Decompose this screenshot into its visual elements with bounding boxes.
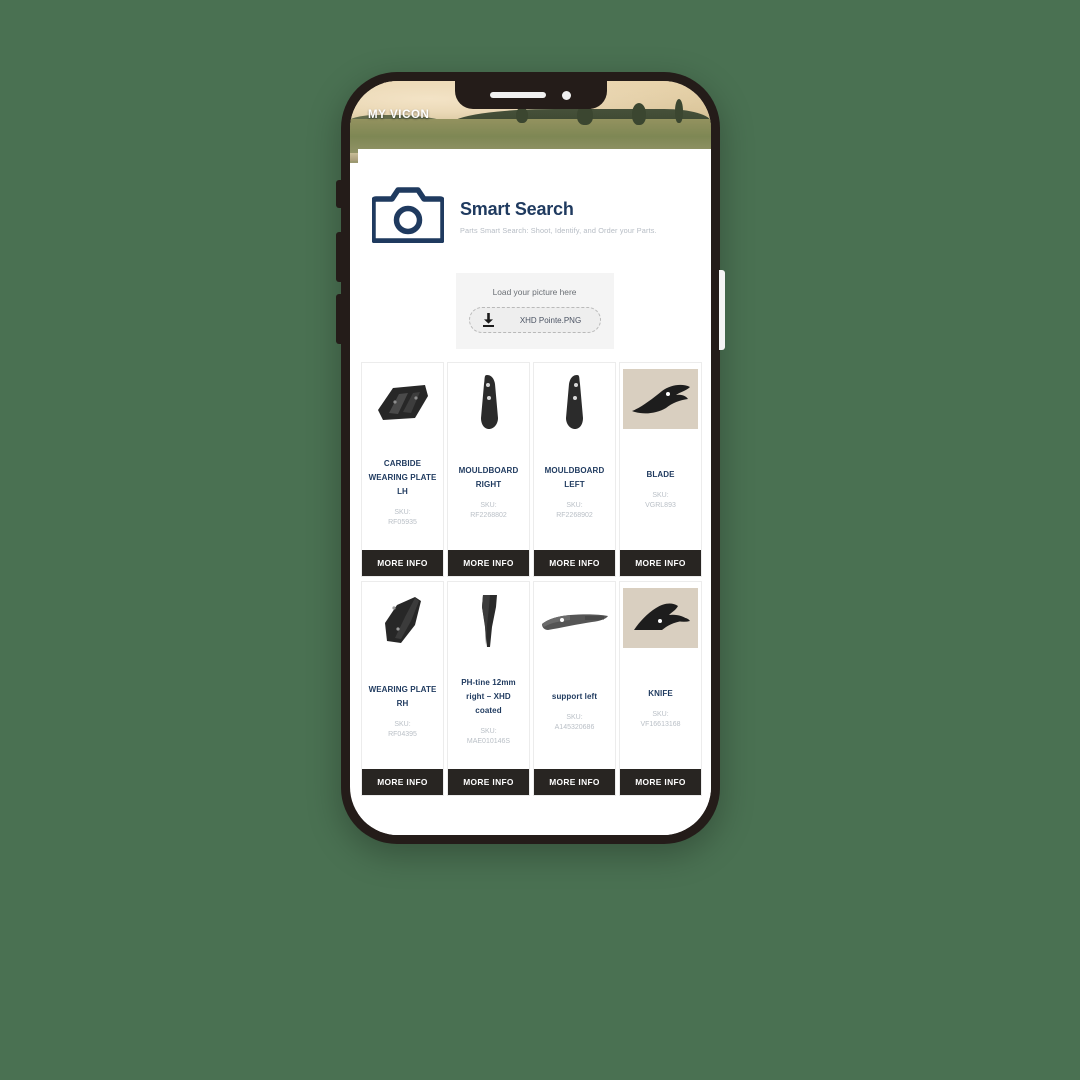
product-card-body: WEARING PLATE RH SKU: RF04395 [362, 654, 443, 769]
earpiece-speaker-icon [490, 92, 546, 98]
page-title: Smart Search [460, 199, 574, 219]
product-sku-value: VF16613168 [640, 721, 681, 728]
product-title: MOULDBOARD RIGHT [458, 465, 519, 489]
more-info-button[interactable]: MORE INFO [448, 550, 529, 576]
carbide-wearing-plate-lh-photo [362, 363, 443, 435]
product-card-body: BLADE SKU: VGRL893 [620, 429, 701, 550]
product-card[interactable]: MOULDBOARD LEFT SKU: RF2268902 MORE INFO [534, 363, 615, 576]
upload-file-button[interactable]: XHD Pointe.PNG [468, 307, 601, 333]
product-sku: SKU: RF2268902 [556, 501, 593, 522]
product-sku: SKU: MAE010146S [467, 727, 510, 748]
product-sku-label: SKU: [652, 710, 669, 718]
phone-device-frame: MY VICON Smart Search Parts Smart Search… [336, 72, 725, 844]
content-sheet: Smart Search Parts Smart Search: Shoot, … [358, 149, 711, 835]
more-info-button[interactable]: MORE INFO [448, 769, 529, 795]
download-arrow-icon [470, 313, 508, 327]
phone-screen: MY VICON Smart Search Parts Smart Search… [350, 81, 711, 835]
more-info-button[interactable]: MORE INFO [534, 769, 615, 795]
product-sku-label: SKU: [652, 491, 669, 499]
product-sku-label: SKU: [566, 713, 583, 721]
more-info-button[interactable]: MORE INFO [620, 550, 701, 576]
product-card[interactable]: PH-tine 12mm right – XHD coated SKU: MAE01… [448, 582, 529, 795]
hero-tree [631, 103, 646, 125]
product-sku-value: A145320686 [554, 724, 595, 731]
product-card-body: PH-tine 12mm right – XHD coated SKU: MAE01… [448, 654, 529, 769]
product-sku-label: SKU: [480, 727, 497, 735]
product-card-body: KNIFE SKU: VF16613168 [620, 648, 701, 769]
product-title: MOULDBOARD LEFT [544, 465, 605, 489]
mute-switch-button[interactable] [336, 180, 342, 208]
product-card[interactable]: WEARING PLATE RH SKU: RF04395 MORE INFO [362, 582, 443, 795]
product-card-body: MOULDBOARD LEFT SKU: RF2268902 [534, 435, 615, 550]
product-title: WEARING PLATE RH [368, 684, 437, 708]
product-title: PH-tine 12mm right – XHD coated [461, 677, 516, 715]
product-card[interactable]: BLADE SKU: VGRL893 MORE INFO [620, 363, 701, 576]
product-card-body: CARBIDE WEARING PLATE LH SKU: RF05935 [362, 435, 443, 550]
product-sku-label: SKU: [480, 501, 497, 509]
mouldboard-left-photo [534, 363, 615, 435]
product-title: CARBIDE WEARING PLATE LH [368, 458, 437, 496]
product-sku: SKU: VGRL893 [645, 491, 676, 512]
product-title: BLADE [646, 469, 675, 479]
app-brand-label: MY VICON [368, 109, 430, 121]
product-card[interactable]: KNIFE SKU: VF16613168 MORE INFO [620, 582, 701, 795]
blade-photo [623, 369, 698, 429]
product-sku-label: SKU: [566, 501, 583, 509]
more-info-button[interactable]: MORE INFO [362, 769, 443, 795]
product-card[interactable]: MOULDBOARD RIGHT SKU: RF2268802 MORE INFO [448, 363, 529, 576]
ph-tine-photo [448, 582, 529, 654]
product-sku-value: RF04395 [388, 731, 417, 738]
smart-search-header: Smart Search Parts Smart Search: Shoot, … [358, 149, 711, 243]
product-sku-value: VGRL893 [645, 502, 676, 509]
product-sku: SKU: RF05935 [388, 508, 417, 529]
product-card[interactable]: CARBIDE WEARING PLATE LH SKU: RF05935 MORE … [362, 363, 443, 576]
wearing-plate-rh-photo [362, 582, 443, 654]
upload-panel: Load your picture here XHD Pointe.PNG [455, 273, 614, 349]
page-subtitle: Parts Smart Search: Shoot, Identify, and… [460, 226, 657, 235]
smart-search-title-block: Smart Search Parts Smart Search: Shoot, … [460, 185, 657, 235]
more-info-button[interactable]: MORE INFO [534, 550, 615, 576]
product-sku: SKU: A145320686 [555, 713, 595, 734]
more-info-button[interactable]: MORE INFO [362, 550, 443, 576]
camera-icon [372, 185, 444, 243]
product-sku-value: MAE010146S [466, 738, 511, 745]
product-sku: SKU: RF04395 [388, 720, 417, 741]
product-sku-label: SKU: [394, 508, 411, 516]
support-left-photo [534, 582, 615, 654]
power-button[interactable] [719, 270, 725, 350]
product-sku-value: RF05935 [388, 519, 417, 526]
hero-tree [516, 107, 529, 123]
product-sku-value: RF2268802 [470, 512, 507, 519]
volume-up-button[interactable] [336, 232, 342, 282]
product-card-body: support left SKU: A145320686 [534, 654, 615, 769]
front-camera-icon [562, 90, 571, 100]
product-title: support left [551, 691, 598, 701]
uploaded-filename: XHD Pointe.PNG [519, 315, 582, 325]
product-card[interactable]: support left SKU: A145320686 MORE INFO [534, 582, 615, 795]
more-info-button[interactable]: MORE INFO [620, 769, 701, 795]
product-sku: SKU: RF2268802 [470, 501, 507, 522]
product-sku-label: SKU: [394, 720, 411, 728]
knife-photo [623, 588, 698, 648]
product-card-body: MOULDBOARD RIGHT SKU: RF2268802 [448, 435, 529, 550]
device-notch [454, 81, 607, 109]
product-sku: SKU: VF16613168 [640, 710, 680, 731]
product-sku-value: RF2268902 [556, 512, 593, 519]
mouldboard-right-photo [448, 363, 529, 435]
hero-tree [674, 99, 683, 123]
product-results-grid: CARBIDE WEARING PLATE LH SKU: RF05935 MORE … [358, 363, 711, 795]
upload-hint-label: Load your picture here [492, 287, 577, 297]
product-title: KNIFE [648, 688, 673, 698]
volume-down-button[interactable] [336, 294, 342, 344]
